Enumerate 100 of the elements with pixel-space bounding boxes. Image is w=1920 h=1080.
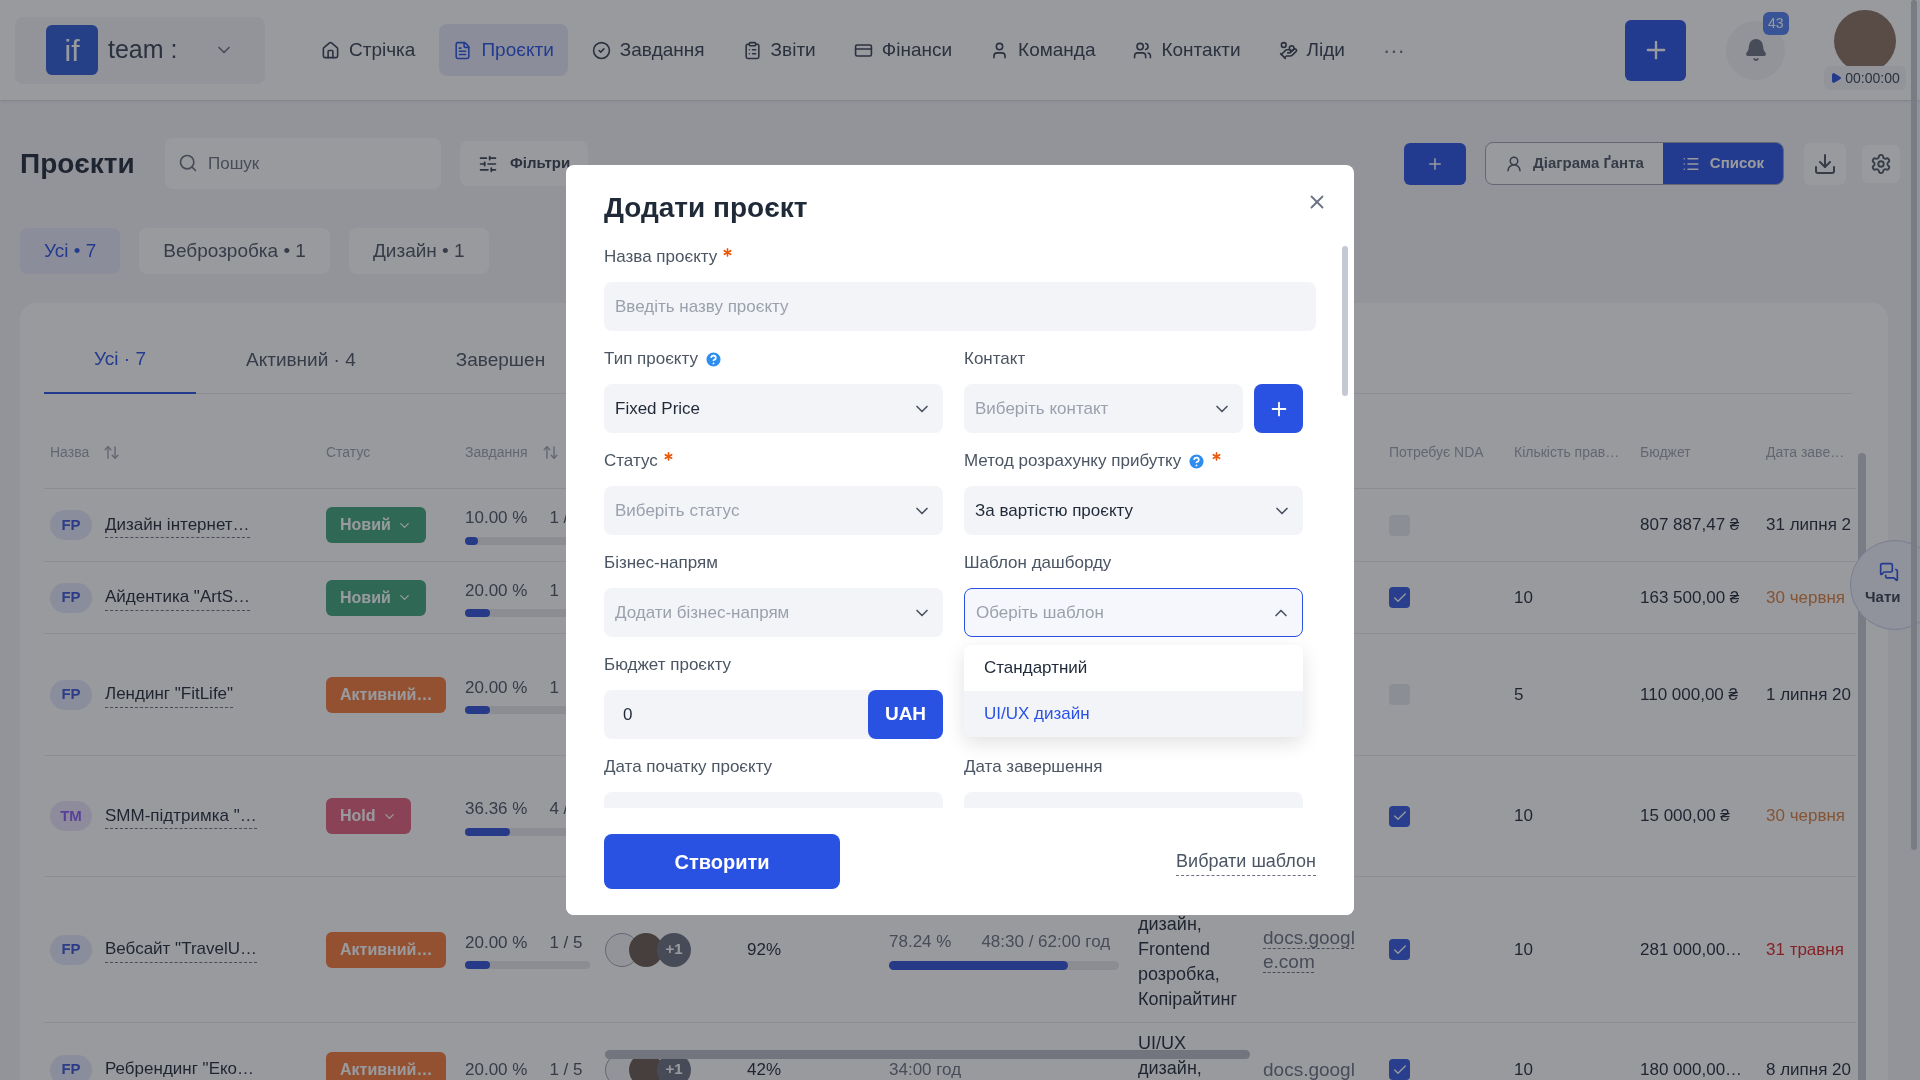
revisions-count: 10	[1514, 805, 1533, 828]
sort-icon[interactable]	[103, 443, 121, 461]
category-chip[interactable]: Веброзробка • 1	[139, 228, 330, 274]
project-name-link[interactable]: SMM-підтримка "…	[105, 802, 257, 830]
field-label: Назва проєкту	[604, 246, 718, 269]
services-text: дизайн, Frontend розробка, Копірайтинг	[1138, 913, 1239, 1011]
settings-button[interactable]	[1862, 144, 1900, 183]
deadline-date: 8 липня 20	[1766, 1058, 1852, 1080]
select-field[interactable]: Fixed Price	[604, 384, 943, 433]
category-chip[interactable]: Дизайн • 1	[348, 228, 489, 274]
category-chip[interactable]: Усі • 7	[20, 228, 121, 274]
status-dropdown[interactable]: Активний…	[326, 931, 447, 968]
document-icon	[453, 40, 473, 60]
project-name-link[interactable]: Айдентика "ArtS…	[105, 584, 250, 611]
search-field[interactable]: Пошук	[165, 138, 441, 189]
select-field[interactable]: Виберіть статус	[604, 486, 943, 535]
budget-amount: 110 000,00 ₴	[1640, 683, 1738, 706]
nav-item[interactable]: Завдання	[577, 24, 719, 76]
add-project-button[interactable]	[1404, 142, 1467, 185]
task-count: 1	[549, 676, 559, 699]
deadline-date: 30 червня	[1766, 586, 1846, 609]
project-name-link[interactable]: Дизайн інтернет…	[105, 511, 250, 539]
select-field[interactable]: Виберіть контакт	[964, 384, 1243, 433]
deadline-date: 31 липня 2	[1766, 514, 1852, 537]
horizontal-scrollbar[interactable]	[605, 1050, 1250, 1059]
progress-percent: 20.00 %	[465, 931, 528, 954]
chat-icon	[1879, 561, 1899, 582]
create-button[interactable]: Створити	[604, 834, 840, 889]
document-link[interactable]: docs.googl	[1263, 1057, 1359, 1080]
select-field[interactable]: Оберіть шаблон	[964, 588, 1303, 637]
field-label: Статус	[604, 450, 658, 473]
progress-percent: 36.36 %	[465, 798, 528, 821]
sort-icon[interactable]	[541, 443, 559, 461]
timer-badge[interactable]: 00:00:00	[1824, 66, 1906, 90]
completion-percent: 42%	[747, 1058, 782, 1080]
more-button[interactable]: ···	[1368, 33, 1419, 67]
project-type-badge: FP	[50, 582, 92, 613]
project-name-link[interactable]: Лендинг "FitLife"	[105, 681, 234, 708]
nav-item[interactable]: Стрічка	[307, 24, 430, 76]
field-label: Шаблон дашборду	[964, 552, 1112, 575]
status-tab[interactable]: Активний · 4	[196, 327, 406, 394]
document-link[interactable]: docs.google.com	[1263, 925, 1359, 974]
nav-item[interactable]: Фінанси	[839, 24, 967, 76]
dropdown-option[interactable]: Стандартний	[964, 645, 1303, 691]
nav-item[interactable]: Команда	[976, 24, 1110, 76]
select-field[interactable]: За вартістю проєкту	[964, 486, 1303, 535]
time-hours: 48:30 / 62:00 год	[981, 931, 1111, 954]
text-input[interactable]: Введіть назву проєкту	[604, 282, 1316, 331]
filters-button[interactable]: Фільтри	[460, 141, 589, 186]
nav-item[interactable]: Контакти	[1119, 24, 1255, 76]
add-button[interactable]	[1254, 384, 1303, 433]
download-icon	[1813, 151, 1837, 176]
project-name-link[interactable]: Ребрендинг "Еко…	[105, 1056, 255, 1080]
amount-input[interactable]: 0	[604, 690, 872, 739]
field-label: Дата завершення	[964, 756, 1103, 779]
dropdown-option[interactable]: UI/UX дизайн	[964, 691, 1303, 737]
progress-percent: 10.00 %	[465, 507, 528, 530]
status-dropdown[interactable]: Активний…	[326, 676, 447, 713]
view-tab[interactable]: Список	[1662, 143, 1783, 184]
vertical-scrollbar[interactable]	[1858, 453, 1866, 1080]
add-button[interactable]	[1625, 19, 1686, 81]
project-type-badge: FP	[50, 679, 92, 710]
nda-checkbox[interactable]	[1389, 939, 1410, 960]
nav-item[interactable]: Звіти	[728, 24, 830, 76]
project-name-link[interactable]: Вебсайт "TravelU…	[105, 936, 258, 963]
search-icon	[178, 153, 198, 173]
choose-template-link[interactable]: Вибрати шаблон	[1176, 847, 1316, 876]
nda-checkbox[interactable]	[1389, 1059, 1410, 1080]
form-scrollbar[interactable]	[1342, 246, 1348, 396]
nda-checkbox[interactable]	[1389, 587, 1410, 608]
nda-checkbox[interactable]	[1389, 805, 1410, 827]
status-dropdown[interactable]: Новий	[326, 579, 426, 616]
nav-item[interactable]: Ліди	[1264, 24, 1359, 76]
completion-percent: 92%	[747, 938, 782, 961]
logo: if	[46, 25, 98, 75]
field-label: Бізнес-напрям	[604, 552, 718, 575]
page-scrollbar[interactable]	[1911, 0, 1917, 850]
nav-item[interactable]: Проєкти	[439, 24, 568, 76]
budget-amount: 163 500,00 ₴	[1640, 586, 1740, 609]
workspace-switcher[interactable]: if team :	[15, 16, 265, 84]
download-button[interactable]	[1804, 142, 1846, 185]
task-count: 1	[549, 579, 559, 602]
select-field[interactable]: Додати бізнес-напрям	[604, 588, 943, 637]
field-label: Дата початку проєкту	[604, 756, 773, 779]
status-tab[interactable]: Завершен	[405, 327, 596, 394]
help-icon[interactable]	[703, 349, 723, 369]
status-tab[interactable]: Усі · 7	[44, 327, 196, 394]
person-icon	[1505, 154, 1524, 173]
project-type-badge: TM	[50, 801, 92, 831]
deadline-date: 30 червня	[1766, 805, 1846, 828]
view-tab[interactable]: Діаграма Ґанта	[1486, 143, 1663, 184]
help-icon[interactable]	[1187, 451, 1207, 471]
status-dropdown[interactable]: Активний…	[326, 1051, 447, 1080]
status-dropdown[interactable]: Hold	[326, 798, 411, 834]
bell-icon	[1743, 38, 1768, 62]
budget-amount: 15 000,00 ₴	[1640, 805, 1730, 828]
status-dropdown[interactable]: Новий	[326, 507, 426, 543]
deadline-date: 1 липня 20	[1766, 683, 1852, 706]
budget-amount: 281 000,00…	[1640, 938, 1743, 961]
dialog-title: Додати проєкт	[604, 191, 809, 225]
